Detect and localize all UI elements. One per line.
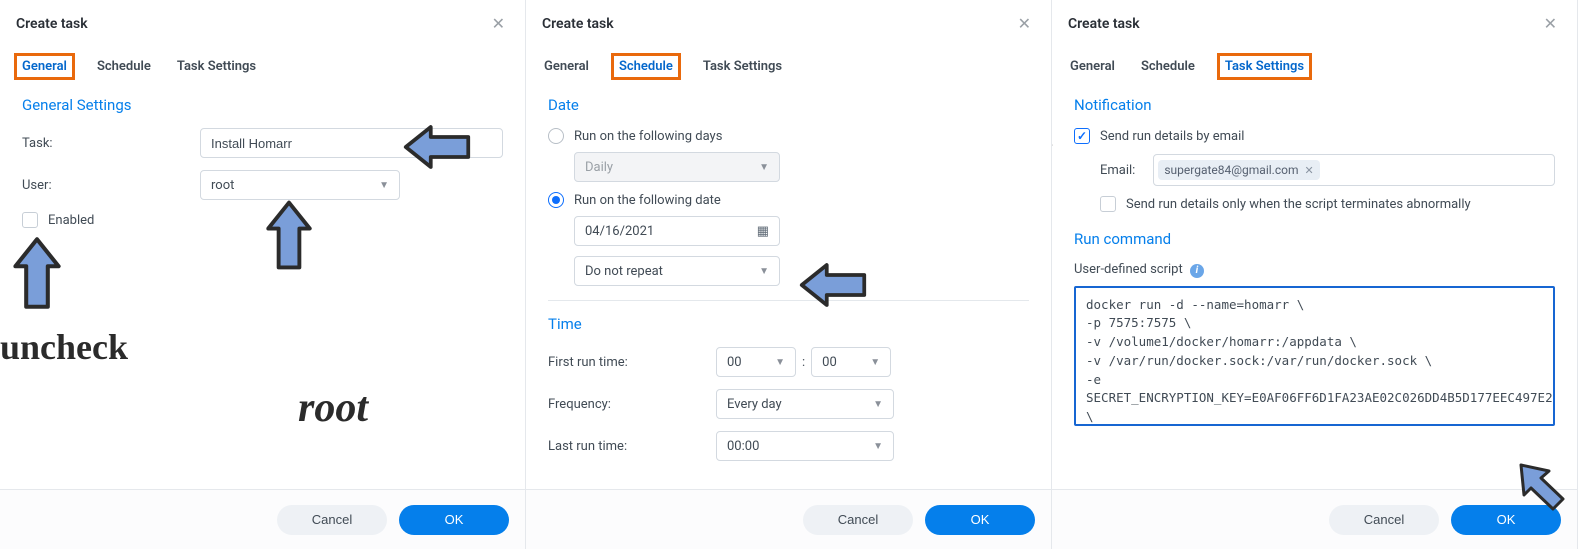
- close-icon[interactable]: ✕: [1540, 12, 1561, 35]
- arrow-icon: [398, 122, 476, 172]
- time-title: Time: [548, 315, 1029, 333]
- last-run-label: Last run time:: [548, 439, 716, 454]
- abnormal-label: Send run details only when the script te…: [1126, 197, 1471, 212]
- email-input[interactable]: supergate84@gmail.com ✕: [1153, 154, 1555, 186]
- first-run-label: First run time:: [548, 355, 716, 370]
- annotation-root: root: [298, 384, 368, 432]
- calendar-icon: ▦: [757, 224, 769, 239]
- radio-icon: [548, 128, 564, 144]
- tabs: General Schedule Task Settings: [1052, 43, 1577, 78]
- time-colon: :: [802, 355, 805, 370]
- abnormal-checkbox[interactable]: [1100, 196, 1116, 212]
- frequency-label: Frequency:: [548, 397, 716, 412]
- arrow-icon: [10, 234, 64, 312]
- task-label: Task:: [22, 136, 200, 151]
- arrow-icon: [262, 200, 316, 270]
- tab-general[interactable]: General: [16, 55, 73, 78]
- frequency-select[interactable]: Every day ▼: [716, 389, 894, 419]
- tabs: General Schedule Task Settings: [526, 43, 1051, 78]
- last-run-select[interactable]: 00:00 ▼: [716, 431, 894, 461]
- chevron-down-icon: ▼: [759, 162, 769, 173]
- tab-task-settings[interactable]: Task Settings: [175, 55, 258, 78]
- info-icon[interactable]: i: [1190, 264, 1204, 278]
- tab-general[interactable]: General: [542, 55, 591, 78]
- arrow-icon: [1515, 459, 1569, 513]
- dialog-title: Create task: [16, 16, 88, 32]
- ok-button[interactable]: OK: [925, 505, 1035, 535]
- chevron-down-icon: ▼: [873, 399, 883, 410]
- arrow-icon: [1052, 120, 1058, 170]
- send-email-label: Send run details by email: [1100, 129, 1244, 144]
- chevron-down-icon: ▼: [873, 441, 883, 452]
- chevron-down-icon: ▼: [379, 180, 389, 191]
- first-run-hour[interactable]: 00 ▼: [716, 347, 796, 377]
- repeat-value: Do not repeat: [585, 264, 663, 279]
- tab-schedule[interactable]: Schedule: [95, 55, 153, 78]
- send-email-checkbox[interactable]: ✓: [1074, 128, 1090, 144]
- daily-select: Daily ▼: [574, 152, 780, 182]
- last-run-value: 00:00: [727, 439, 759, 454]
- arrow-icon: [794, 260, 872, 310]
- enabled-label: Enabled: [48, 213, 94, 228]
- user-label: User:: [22, 178, 200, 193]
- panel-general: Create task ✕ General Schedule Task Sett…: [0, 0, 526, 549]
- user-select-value: root: [211, 178, 234, 193]
- chevron-down-icon: ▼: [870, 357, 880, 368]
- tab-schedule[interactable]: Schedule: [1139, 55, 1197, 78]
- annotation-uncheck: uncheck: [0, 326, 128, 368]
- repeat-select[interactable]: Do not repeat ▼: [574, 256, 780, 286]
- frequency-value: Every day: [727, 397, 782, 412]
- date-value: 04/16/2021: [585, 224, 654, 239]
- radio-following-days[interactable]: Run on the following days: [548, 128, 1029, 144]
- dialog-title: Create task: [1068, 16, 1140, 32]
- date-title: Date: [548, 96, 1029, 114]
- daily-value: Daily: [585, 160, 613, 175]
- tab-task-settings[interactable]: Task Settings: [1219, 55, 1310, 78]
- chevron-down-icon: ▼: [759, 266, 769, 277]
- cancel-button[interactable]: Cancel: [277, 505, 387, 535]
- enabled-checkbox[interactable]: [22, 212, 38, 228]
- run-command-title: Run command: [1074, 230, 1555, 248]
- email-chip: supergate84@gmail.com ✕: [1158, 160, 1319, 180]
- close-icon[interactable]: ✕: [488, 12, 509, 35]
- radio-following-date[interactable]: Run on the following date: [548, 192, 1029, 208]
- dialog-title: Create task: [542, 16, 614, 32]
- email-label: Email:: [1100, 163, 1135, 178]
- tabs: General Schedule Task Settings: [0, 43, 525, 78]
- tab-schedule[interactable]: Schedule: [613, 55, 679, 78]
- cancel-button[interactable]: Cancel: [803, 505, 913, 535]
- notification-title: Notification: [1074, 96, 1555, 114]
- tab-general[interactable]: General: [1068, 55, 1117, 78]
- cancel-button[interactable]: Cancel: [1329, 505, 1439, 535]
- user-select[interactable]: root ▼: [200, 170, 400, 200]
- radio-following-days-label: Run on the following days: [574, 129, 722, 144]
- email-chip-text: supergate84@gmail.com: [1164, 163, 1298, 177]
- panel-task-settings: Create task ✕ General Schedule Task Sett…: [1052, 0, 1578, 549]
- general-settings-title: General Settings: [22, 96, 503, 114]
- first-run-min[interactable]: 00 ▼: [811, 347, 891, 377]
- close-icon[interactable]: ✕: [1014, 12, 1035, 35]
- ok-button[interactable]: OK: [399, 505, 509, 535]
- date-input[interactable]: 04/16/2021 ▦: [574, 216, 780, 246]
- script-textarea[interactable]: docker run -d --name=homarr \ -p 7575:75…: [1074, 286, 1555, 426]
- chevron-down-icon: ▼: [775, 357, 785, 368]
- radio-following-date-label: Run on the following date: [574, 193, 721, 208]
- script-label: User-defined script: [1074, 262, 1183, 277]
- radio-icon: [548, 192, 564, 208]
- tab-task-settings[interactable]: Task Settings: [701, 55, 784, 78]
- chip-remove-icon[interactable]: ✕: [1304, 164, 1313, 177]
- panel-schedule: Create task ✕ General Schedule Task Sett…: [526, 0, 1052, 549]
